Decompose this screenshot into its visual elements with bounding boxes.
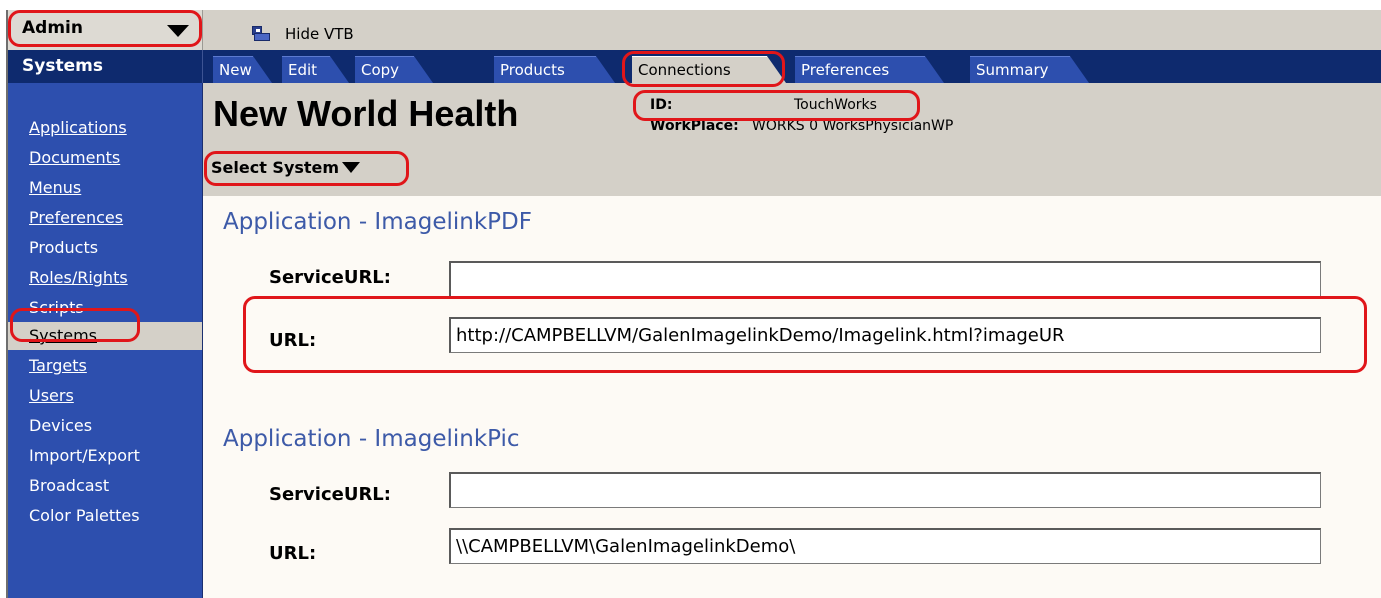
- application-window: Admin Hide VTB Systems New Edit Copy Pro…: [6, 10, 1381, 598]
- sidebar-item-systems[interactable]: Systems: [8, 322, 202, 350]
- system-header: New World Health ID: TouchWorks WorkPlac…: [203, 83, 1381, 196]
- url-label: URL:: [269, 330, 317, 351]
- connections-panel: Application - ImagelinkPDF ServiceURL: U…: [203, 196, 1381, 598]
- application-title: Application - ImagelinkPic: [223, 426, 520, 452]
- sidebar-item-preferences[interactable]: Preferences: [8, 204, 202, 232]
- service-url-input[interactable]: [449, 472, 1321, 508]
- id-value: TouchWorks: [794, 97, 877, 113]
- nav-bar: Systems New Edit Copy Products Connectio…: [8, 50, 1381, 83]
- url-label: URL:: [269, 543, 317, 564]
- sidebar-item-broadcast[interactable]: Broadcast: [8, 472, 202, 500]
- sidebar-item-roles-rights[interactable]: Roles/Rights: [8, 264, 202, 292]
- hide-vtb-label: Hide VTB: [285, 25, 354, 43]
- tab-summary[interactable]: Summary: [970, 56, 1089, 83]
- dropdown-arrow-icon[interactable]: [167, 25, 189, 37]
- sidebar-item-products[interactable]: Products: [8, 234, 202, 262]
- sidebar-item-scripts[interactable]: Scripts: [8, 294, 202, 322]
- workplace-value: WORKS 0 WorksPhysicianWP: [752, 118, 954, 134]
- page-title: New World Health: [213, 93, 519, 134]
- sidebar-item-menus[interactable]: Menus: [8, 174, 202, 202]
- chevron-down-icon: [342, 162, 361, 173]
- select-system-dropdown[interactable]: Select System: [211, 158, 361, 177]
- url-input[interactable]: \\CAMPBELLVM\GalenImagelinkDemo\: [449, 528, 1321, 564]
- select-system-label: Select System: [211, 158, 340, 177]
- sidebar-item-targets[interactable]: Targets: [8, 352, 202, 380]
- hide-vtb-button[interactable]: Hide VTB: [252, 23, 354, 45]
- tab-new[interactable]: New: [213, 56, 272, 83]
- sidebar: Applications Documents Menus Preferences…: [8, 83, 203, 598]
- application-title: Application - ImagelinkPDF: [223, 209, 532, 235]
- tab-products[interactable]: Products: [494, 56, 615, 83]
- service-url-label: ServiceURL:: [269, 267, 391, 288]
- sidebar-item-users[interactable]: Users: [8, 382, 202, 410]
- service-url-label: ServiceURL:: [269, 484, 391, 505]
- sidebar-item-documents[interactable]: Documents: [8, 144, 202, 172]
- id-label: ID:: [650, 97, 673, 113]
- hide-toolbar-icon: [252, 26, 270, 42]
- sidebar-item-devices[interactable]: Devices: [8, 412, 202, 440]
- tab-copy[interactable]: Copy: [355, 56, 433, 83]
- admin-menu-label: Admin: [22, 18, 83, 38]
- tab-connections[interactable]: Connections: [632, 56, 786, 83]
- workplace-label: WorkPlace:: [650, 118, 739, 134]
- tab-preferences[interactable]: Preferences: [795, 56, 944, 83]
- sidebar-header: Systems: [8, 50, 203, 83]
- tab-edit[interactable]: Edit: [282, 56, 349, 83]
- service-url-input[interactable]: [449, 261, 1321, 297]
- top-bar: Admin Hide VTB: [8, 10, 1381, 50]
- sidebar-item-import-export[interactable]: Import/Export: [8, 442, 202, 470]
- sidebar-item-color-palettes[interactable]: Color Palettes: [8, 502, 202, 530]
- url-input[interactable]: http://CAMPBELLVM/GalenImagelinkDemo/Ima…: [449, 317, 1321, 353]
- admin-menu[interactable]: Admin: [8, 10, 203, 50]
- sidebar-item-applications[interactable]: Applications: [8, 114, 202, 142]
